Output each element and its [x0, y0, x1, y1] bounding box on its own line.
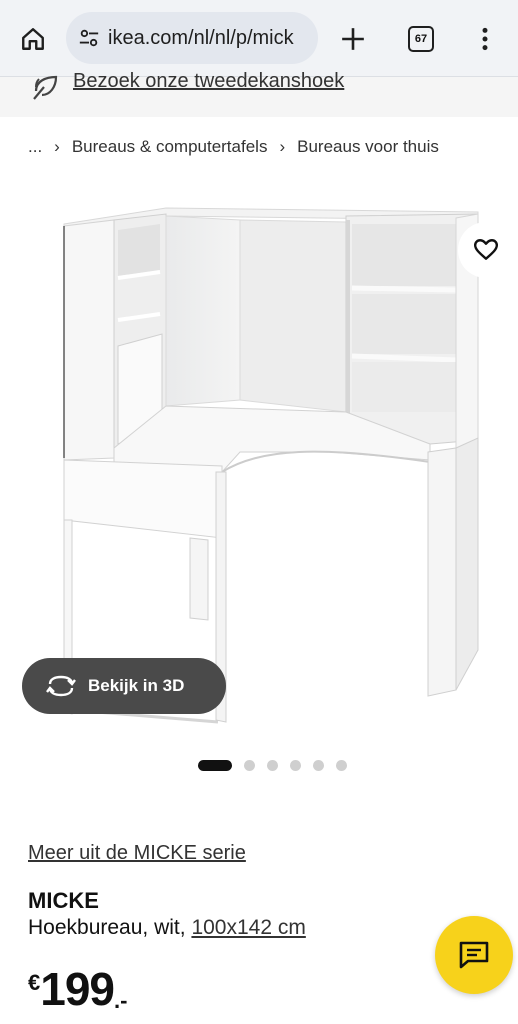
series-link[interactable]: Meer uit de MICKE serie: [28, 842, 246, 865]
url-text: ikea.com/nl/nl/p/mick: [108, 26, 294, 49]
carousel-dot[interactable]: [290, 759, 301, 771]
tab-switcher-button[interactable]: 67: [402, 20, 440, 58]
chat-icon: [459, 941, 489, 969]
view-in-3d-button[interactable]: Bekijk in 3D: [22, 658, 226, 714]
product-price: € 199 .-: [28, 962, 127, 1016]
image-carousel-indicator: [198, 759, 359, 771]
home-button[interactable]: [14, 20, 52, 58]
breadcrumb: ... › Bureaus & computertafels › Bureaus…: [28, 137, 439, 157]
breadcrumb-item-home-desks[interactable]: Bureaus voor thuis: [297, 137, 439, 157]
chat-button[interactable]: [435, 916, 513, 994]
product-name: MICKE: [28, 888, 99, 913]
home-icon: [22, 28, 44, 50]
new-tab-button[interactable]: [334, 20, 372, 58]
product-image[interactable]: [0, 190, 518, 730]
browser-menu-button[interactable]: [466, 20, 504, 58]
favorite-button[interactable]: [458, 222, 514, 278]
price-currency: €: [28, 970, 41, 995]
second-chance-banner: Bezoek onze tweedekanshoek: [0, 70, 518, 117]
carousel-dot[interactable]: [313, 759, 324, 771]
second-chance-icon: [33, 75, 58, 100]
chevron-right-icon: ›: [54, 137, 60, 156]
rotate-3d-icon: [46, 675, 76, 697]
chevron-right-icon: ›: [279, 137, 286, 156]
tab-count: 67: [408, 26, 434, 52]
heart-icon: [473, 239, 499, 260]
carousel-dot[interactable]: [244, 759, 255, 771]
view-in-3d-label: Bekijk in 3D: [88, 676, 185, 695]
product-dimensions-link[interactable]: 100x142 cm: [191, 916, 305, 939]
product-type: Hoekbureau, wit,: [28, 916, 186, 939]
carousel-dot[interactable]: [198, 759, 232, 771]
product-description: Hoekbureau, wit, 100x142 cm: [28, 916, 306, 940]
price-suffix: .-: [114, 988, 128, 1013]
price-amount: 199: [40, 963, 115, 1015]
breadcrumb-item-desks[interactable]: Bureaus & computertafels: [72, 137, 268, 157]
carousel-dot[interactable]: [336, 759, 347, 771]
tune-icon: [79, 29, 99, 47]
breadcrumb-ellipsis[interactable]: ...: [28, 137, 42, 157]
carousel-dot[interactable]: [267, 759, 278, 771]
browser-toolbar: ikea.com/nl/nl/p/mick 67: [0, 0, 518, 77]
second-chance-link[interactable]: Bezoek onze tweedekanshoek: [73, 70, 344, 93]
address-bar[interactable]: ikea.com/nl/nl/p/mick: [66, 12, 318, 64]
plus-icon: [342, 28, 364, 50]
site-info-button[interactable]: [76, 25, 102, 51]
more-vertical-icon: [482, 27, 488, 51]
